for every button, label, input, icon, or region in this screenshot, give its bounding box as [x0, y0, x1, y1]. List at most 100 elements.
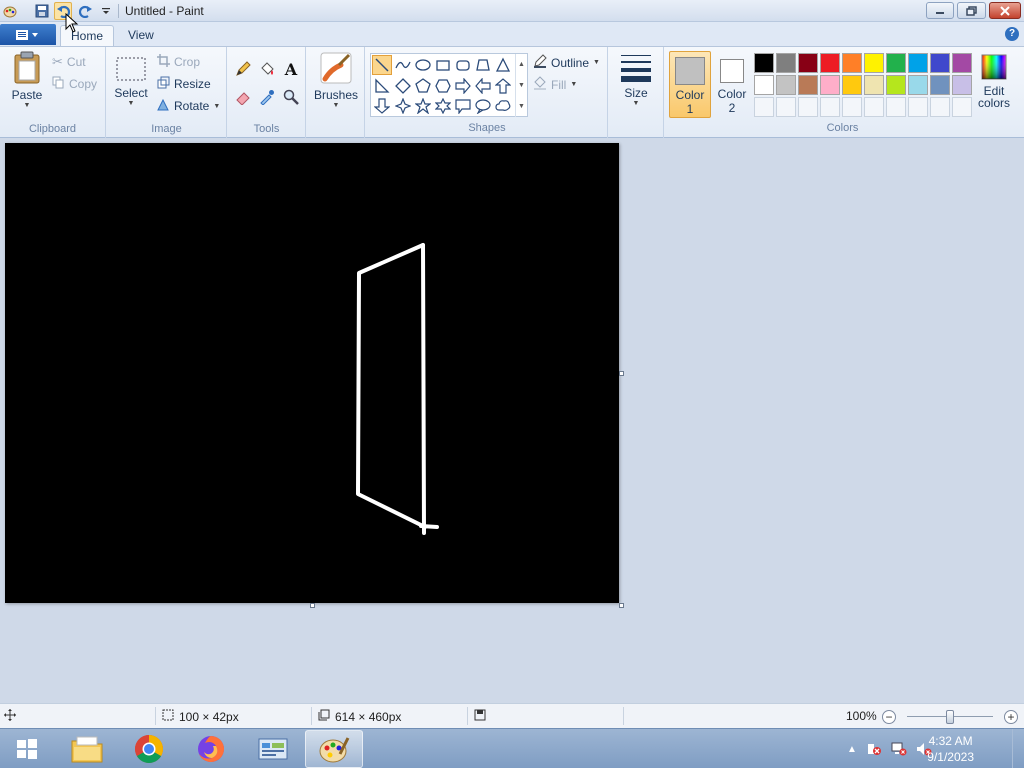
rectangle-shape-icon[interactable] [433, 55, 453, 75]
color1-button[interactable]: Color 1 [669, 51, 711, 118]
resize-button[interactable]: Resize [157, 76, 211, 92]
restore-button[interactable] [957, 2, 986, 19]
close-button[interactable] [989, 2, 1021, 19]
palette-color-swatch[interactable] [820, 53, 840, 73]
outline-dropdown-caret[interactable]: ▼ [593, 59, 600, 66]
save-quick-button[interactable] [33, 2, 51, 20]
size-button[interactable]: Size ▼ [619, 53, 653, 107]
fill-button[interactable]: Fill ▼ [533, 76, 577, 93]
palette-custom-slot[interactable] [798, 97, 818, 117]
palette-color-swatch[interactable] [754, 53, 774, 73]
polygon-shape-icon[interactable] [473, 55, 493, 75]
palette-color-swatch[interactable] [930, 75, 950, 95]
canvas-resize-handle-corner[interactable] [619, 603, 624, 608]
customize-toolbar-icon[interactable] [97, 2, 115, 20]
palette-custom-slot[interactable] [776, 97, 796, 117]
zoom-out-button[interactable]: − [882, 710, 896, 724]
right-triangle-shape-icon[interactable] [372, 76, 392, 96]
start-button[interactable] [0, 730, 54, 768]
canvas-resize-handle-bottom[interactable] [310, 603, 315, 608]
pentagon-shape-icon[interactable] [413, 76, 433, 96]
palette-color-swatch[interactable] [798, 53, 818, 73]
hexagon-shape-icon[interactable] [433, 76, 453, 96]
palette-color-swatch[interactable] [952, 75, 972, 95]
text-icon[interactable]: A [281, 59, 301, 79]
show-desktop-button[interactable] [1012, 729, 1024, 768]
shapes-scroll-up-icon[interactable]: ▲ [515, 54, 527, 75]
eraser-icon[interactable] [233, 87, 253, 107]
brushes-button[interactable]: Brushes ▼ [311, 51, 361, 109]
fill-dropdown-caret[interactable]: ▼ [570, 81, 577, 88]
palette-custom-slot[interactable] [842, 97, 862, 117]
redo-quick-button[interactable] [77, 2, 95, 20]
paste-dropdown-caret[interactable]: ▼ [6, 102, 48, 109]
diamond-shape-icon[interactable] [393, 76, 413, 96]
shapes-more-icon[interactable]: ▼ [515, 96, 527, 117]
system-clock[interactable]: 4:32 AM 9/1/2023 [927, 733, 974, 765]
palette-custom-slot[interactable] [754, 97, 774, 117]
up-arrow-shape-icon[interactable] [493, 76, 513, 96]
four-point-star-shape-icon[interactable] [393, 96, 413, 116]
rounded-rectangle-shape-icon[interactable] [453, 55, 473, 75]
paint-app-icon[interactable] [1, 2, 19, 20]
show-hidden-icons-icon[interactable]: ▲ [844, 741, 860, 757]
minimize-button[interactable] [926, 2, 954, 19]
palette-color-swatch[interactable] [864, 53, 884, 73]
crop-button[interactable]: Crop [157, 54, 200, 70]
palette-color-swatch[interactable] [908, 75, 928, 95]
pencil-icon[interactable] [233, 59, 253, 79]
palette-custom-slot[interactable] [908, 97, 928, 117]
paint-menu-button[interactable] [0, 24, 56, 45]
help-icon[interactable]: ? [1005, 27, 1019, 41]
curve-shape-icon[interactable] [393, 55, 413, 75]
palette-color-swatch[interactable] [886, 75, 906, 95]
size-dropdown-caret[interactable]: ▼ [619, 100, 653, 107]
color2-button[interactable]: Color 2 [712, 51, 752, 118]
palette-color-swatch[interactable] [842, 75, 862, 95]
palette-color-swatch[interactable] [754, 75, 774, 95]
cut-button[interactable]: ✂ Cut [52, 54, 86, 70]
palette-color-swatch[interactable] [908, 53, 928, 73]
control-panel-icon[interactable] [244, 730, 302, 768]
select-dropdown-caret[interactable]: ▼ [113, 100, 149, 107]
chrome-icon[interactable] [120, 730, 178, 768]
palette-custom-slot[interactable] [952, 97, 972, 117]
right-arrow-shape-icon[interactable] [453, 76, 473, 96]
edit-colors-button[interactable]: Edit colors [974, 53, 1014, 110]
triangle-shape-icon[interactable] [493, 55, 513, 75]
network-icon[interactable] [891, 741, 907, 757]
palette-color-swatch[interactable] [952, 53, 972, 73]
six-point-star-shape-icon[interactable] [433, 96, 453, 116]
palette-color-swatch[interactable] [886, 53, 906, 73]
palette-color-swatch[interactable] [776, 75, 796, 95]
magnifier-icon[interactable] [281, 87, 301, 107]
palette-color-swatch[interactable] [930, 53, 950, 73]
color-picker-icon[interactable] [257, 87, 277, 107]
palette-color-swatch[interactable] [864, 75, 884, 95]
paste-button[interactable]: Paste ▼ [6, 51, 48, 109]
canvas-resize-handle-right[interactable] [619, 371, 624, 376]
copy-button[interactable]: Copy [52, 76, 97, 92]
palette-color-swatch[interactable] [842, 53, 862, 73]
oval-shape-icon[interactable] [413, 55, 433, 75]
fill-icon[interactable] [257, 59, 277, 79]
palette-custom-slot[interactable] [930, 97, 950, 117]
shapes-scroll-down-icon[interactable]: ▼ [515, 75, 527, 96]
paint-icon[interactable] [305, 730, 363, 768]
zoom-slider-thumb[interactable] [946, 710, 954, 724]
line-shape-icon[interactable] [372, 55, 392, 75]
action-center-icon[interactable] [866, 741, 882, 757]
rotate-button[interactable]: Rotate ▼ [157, 98, 220, 114]
tab-view[interactable]: View [118, 25, 164, 46]
palette-custom-slot[interactable] [820, 97, 840, 117]
palette-custom-slot[interactable] [864, 97, 884, 117]
palette-color-swatch[interactable] [798, 75, 818, 95]
select-button[interactable]: Select ▼ [113, 55, 149, 107]
brushes-dropdown-caret[interactable]: ▼ [311, 102, 361, 109]
firefox-icon[interactable] [182, 730, 240, 768]
rotate-dropdown-caret[interactable]: ▼ [213, 103, 220, 110]
outline-button[interactable]: Outline ▼ [533, 54, 600, 71]
cloud-callout-shape-icon[interactable] [493, 96, 513, 116]
palette-custom-slot[interactable] [886, 97, 906, 117]
zoom-in-button[interactable]: + [1004, 710, 1018, 724]
